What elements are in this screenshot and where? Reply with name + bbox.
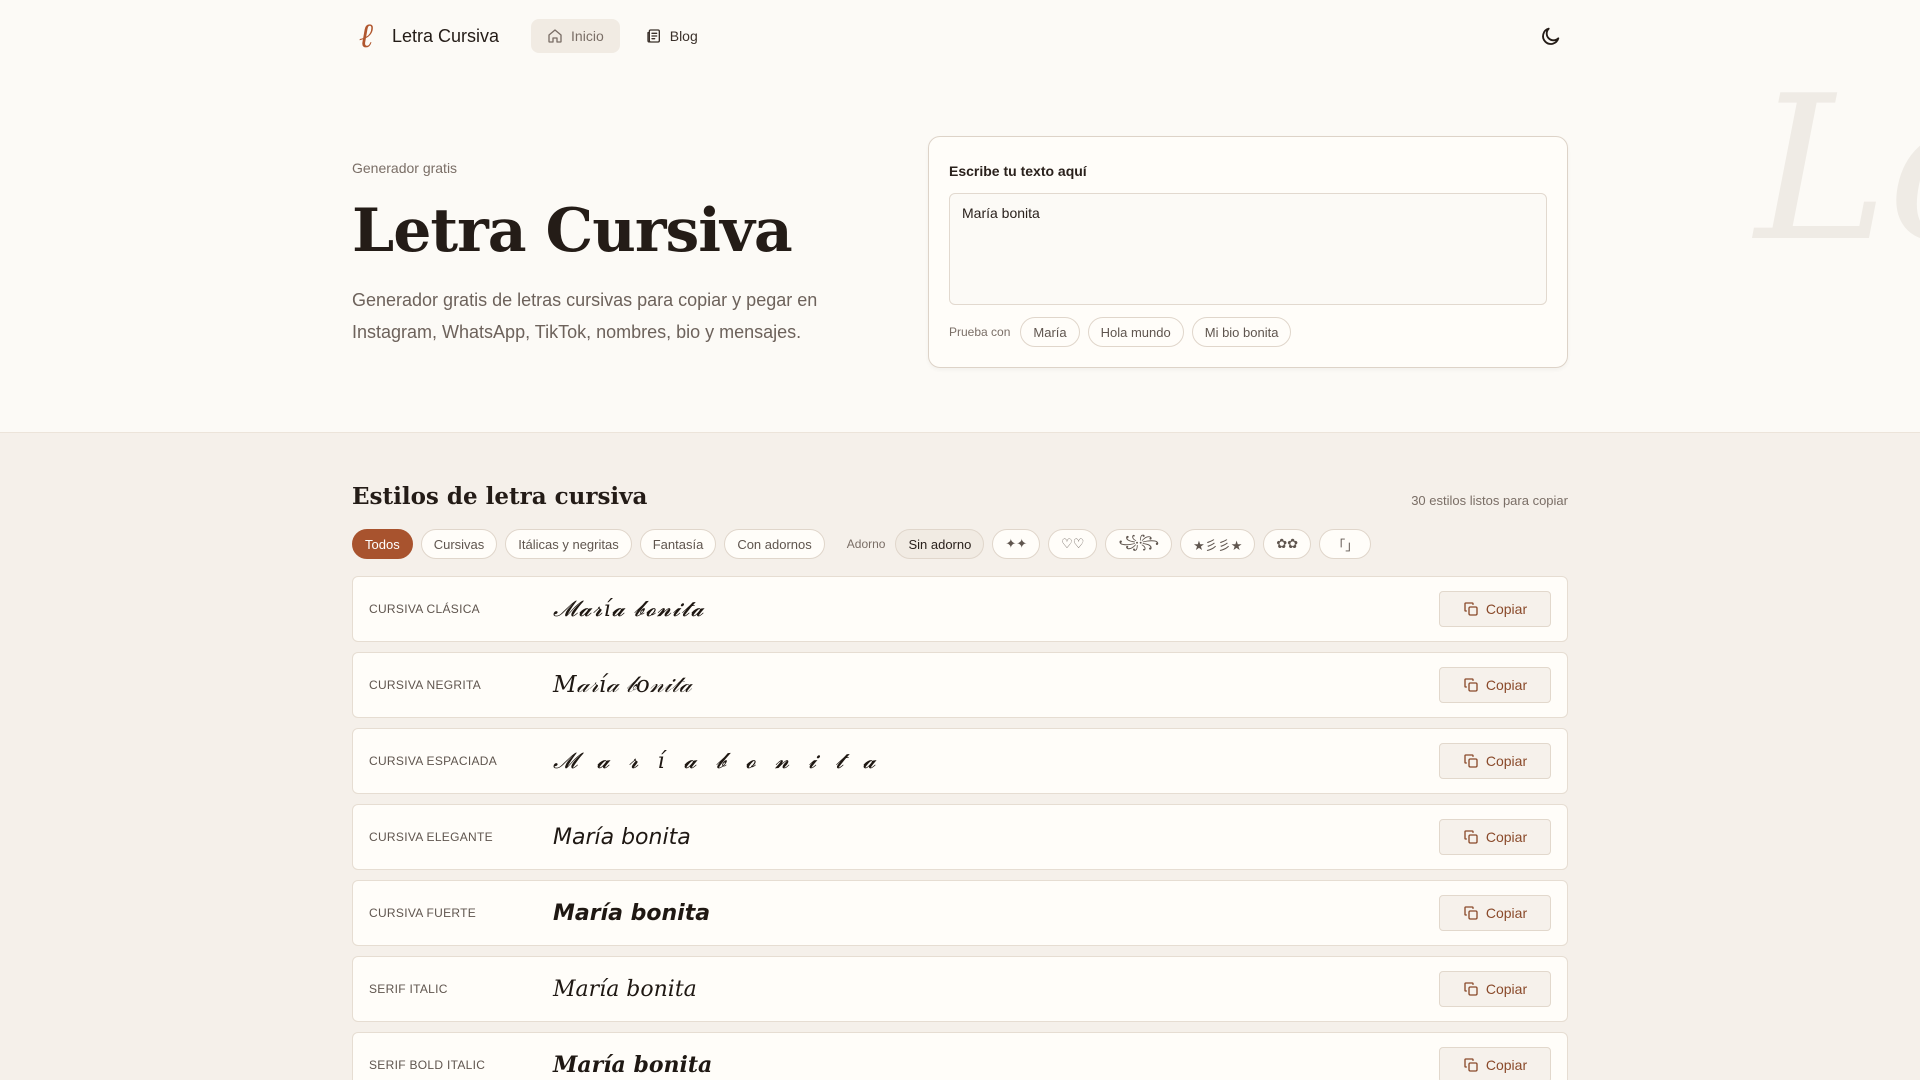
adorno-hearts[interactable]: ♡♡	[1048, 529, 1098, 559]
suggestions-label: Prueba con	[949, 325, 1011, 339]
brand-logo[interactable]: ℓ Letra Cursiva	[352, 19, 499, 53]
filter-bar: Todos Cursivas Itálicas y negritas Fanta…	[352, 529, 1372, 559]
style-preview: 𝑀𝑎𝑟í𝑎 𝑏𝑜𝑛𝑖𝑡𝑎	[553, 976, 697, 1002]
copy-icon	[1464, 1058, 1478, 1072]
logo-icon: ℓ	[358, 16, 374, 56]
adorno-sin-adorno[interactable]: Sin adorno	[895, 529, 985, 559]
style-name: CURSIVA CLÁSICA	[369, 602, 480, 616]
copy-icon	[1464, 678, 1478, 692]
suggestion-chip-mi-bio-bonita[interactable]: Mi bio bonita	[1191, 317, 1292, 347]
style-row-serif-bold-italic: SERIF BOLD ITALIC 𝑴𝒂𝒓í𝒂 𝒃𝒐𝒏𝒊𝒕𝒂 Copiar	[352, 1032, 1568, 1080]
copy-button[interactable]: Copiar	[1439, 971, 1551, 1007]
style-row-cursiva-negrita: CURSIVA NEGRITA 𝑀𝒶𝓇í𝒶 𝒷𝑜𝓃𝒾𝓉𝒶 Copiar	[352, 652, 1568, 718]
copy-button[interactable]: Copiar	[1439, 1047, 1551, 1080]
hero-eyebrow: Generador gratis	[352, 160, 458, 176]
copy-label: Copiar	[1485, 601, 1528, 617]
style-preview: 𝑴𝒂𝒓í𝒂 𝒃𝒐𝒏𝒊𝒕𝒂	[553, 1052, 713, 1078]
style-preview: 𝘔𝘢𝘳í𝘢 𝘣𝘰𝘯𝘪𝘵𝘢	[553, 824, 691, 850]
style-name: SERIF BOLD ITALIC	[369, 1058, 486, 1072]
main-nav: Inicio Blog	[531, 19, 714, 53]
adorno-brackets[interactable]: 「」	[1319, 529, 1372, 559]
style-row-cursiva-elegante: CURSIVA ELEGANTE 𝘔𝘢𝘳í𝘢 𝘣𝘰𝘯𝘪𝘵𝘢 Copiar	[352, 804, 1568, 870]
text-input-label: Escribe tu texto aquí	[949, 163, 1087, 179]
hero-decoration: Lc	[1755, 53, 1920, 286]
copy-label: Copiar	[1485, 905, 1528, 921]
style-row-cursiva-clasica: CURSIVA CLÁSICA 𝓜𝓪𝓻í𝓪 𝓫𝓸𝓷𝓲𝓽𝓪 Copiar	[352, 576, 1568, 642]
nav-item-label: Inicio	[571, 28, 604, 44]
suggestion-chip-maria[interactable]: María	[1020, 317, 1080, 347]
copy-button[interactable]: Copiar	[1439, 819, 1551, 855]
section-title: Estilos de letra cursiva	[352, 483, 648, 510]
adorno-stars[interactable]: ★彡彡★	[1180, 529, 1256, 559]
copy-button[interactable]: Copiar	[1439, 743, 1551, 779]
filter-todos[interactable]: Todos	[352, 529, 413, 559]
text-input[interactable]: María bonita	[949, 193, 1547, 305]
style-row-serif-italic: SERIF ITALIC 𝑀𝑎𝑟í𝑎 𝑏𝑜𝑛𝑖𝑡𝑎 Copiar	[352, 956, 1568, 1022]
moon-icon	[1542, 27, 1560, 45]
style-preview: 𝓜𝓪𝓻í𝓪 𝓫𝓸𝓷𝓲𝓽𝓪	[553, 596, 705, 622]
copy-icon	[1464, 906, 1478, 920]
suggestions: Prueba con María Hola mundo Mi bio bonit…	[949, 317, 1292, 347]
adorno-sparkles[interactable]: ✦✦	[992, 529, 1041, 559]
home-icon	[548, 29, 562, 43]
style-name: CURSIVA FUERTE	[369, 906, 477, 920]
styles-count: 30 estilos listos para copiar	[1411, 493, 1568, 508]
theme-toggle-button[interactable]	[1534, 19, 1568, 53]
suggestion-chip-hola-mundo[interactable]: Hola mundo	[1087, 317, 1184, 347]
style-row-cursiva-fuerte: CURSIVA FUERTE 𝙈𝙖𝙧í𝙖 𝙗𝙤𝙣𝙞𝙩𝙖 Copiar	[352, 880, 1568, 946]
copy-icon	[1464, 830, 1478, 844]
hero-description: Generador gratis de letras cursivas para…	[352, 290, 818, 342]
adorno-label: Adorno	[846, 537, 886, 551]
copy-label: Copiar	[1485, 829, 1528, 845]
style-list: CURSIVA CLÁSICA 𝓜𝓪𝓻í𝓪 𝓫𝓸𝓷𝓲𝓽𝓪 Copiar CURS…	[352, 576, 1568, 1080]
nav-item-label: Blog	[669, 28, 698, 44]
style-preview: 𝑀𝒶𝓇í𝒶 𝒷𝑜𝓃𝒾𝓉𝒶	[553, 672, 692, 698]
style-name: SERIF ITALIC	[369, 982, 448, 996]
filter-con-adornos[interactable]: Con adornos	[724, 529, 825, 559]
style-name: CURSIVA ESPACIADA	[369, 754, 498, 768]
adorno-flowers[interactable]: ✿✿	[1263, 529, 1312, 559]
adorno-floral[interactable]: ꧁꧂	[1105, 529, 1173, 559]
filter-italicas-negritas[interactable]: Itálicas y negritas	[505, 529, 632, 559]
filter-fantasia[interactable]: Fantasía	[639, 529, 717, 559]
style-name: CURSIVA NEGRITA	[369, 678, 482, 692]
top-navigation: ℓ Letra Cursiva Inicio Blog	[352, 18, 1568, 54]
style-name: CURSIVA ELEGANTE	[369, 830, 493, 844]
style-preview: 𝓜 𝓪 𝓻 í 𝓪 𝓫 𝓸 𝓷 𝓲 𝓽 𝓪	[553, 748, 882, 774]
style-row-cursiva-espaciada: CURSIVA ESPACIADA 𝓜 𝓪 𝓻 í 𝓪 𝓫 𝓸 𝓷 𝓲 𝓽 𝓪 …	[352, 728, 1568, 794]
copy-label: Copiar	[1485, 677, 1528, 693]
copy-icon	[1464, 754, 1478, 768]
copy-icon	[1464, 602, 1478, 616]
copy-label: Copiar	[1485, 753, 1528, 769]
copy-button[interactable]: Copiar	[1439, 591, 1551, 627]
newspaper-icon	[647, 29, 660, 43]
styles-section: Estilos de letra cursiva 30 estilos list…	[0, 432, 1920, 1080]
text-input-card: Escribe tu texto aquí María bonita Prueb…	[928, 136, 1568, 368]
copy-button[interactable]: Copiar	[1439, 667, 1551, 703]
copy-label: Copiar	[1485, 1057, 1528, 1073]
copy-button[interactable]: Copiar	[1439, 895, 1551, 931]
style-preview: 𝙈𝙖𝙧í𝙖 𝙗𝙤𝙣𝙞𝙩𝙖	[553, 900, 711, 926]
page-title: Letra Cursiva	[352, 196, 793, 266]
filter-cursivas[interactable]: Cursivas	[420, 529, 498, 559]
brand-name: Letra Cursiva	[392, 25, 500, 46]
nav-item-blog[interactable]: Blog	[630, 19, 714, 53]
copy-label: Copiar	[1485, 981, 1528, 997]
copy-icon	[1464, 982, 1478, 996]
nav-item-inicio[interactable]: Inicio	[531, 19, 620, 53]
